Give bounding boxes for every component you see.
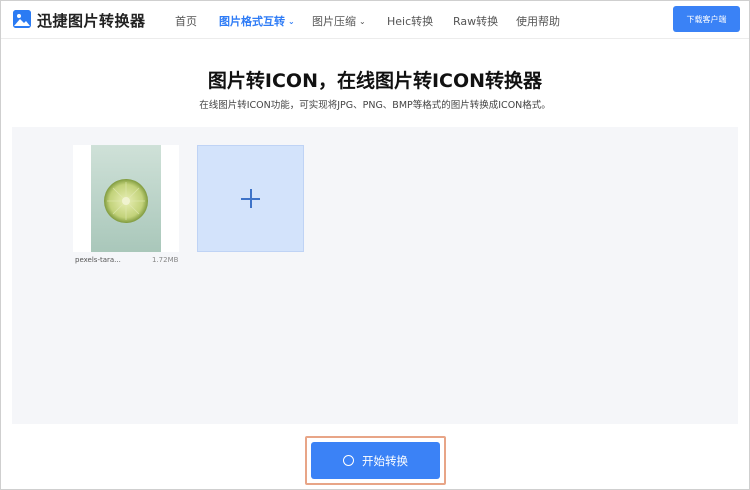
brand-name[interactable]: 迅捷图片转换器: [37, 10, 146, 31]
add-file-button[interactable]: [197, 145, 304, 252]
nav-heic[interactable]: Heic转换: [387, 13, 433, 29]
page-subtitle: 在线图片转ICON功能，可实现将JPG、PNG、BMP等格式的图片转换成ICON…: [199, 100, 551, 111]
nav-label: 图片格式互转: [219, 15, 285, 28]
nav-label: 图片压缩: [312, 15, 356, 28]
app-logo-icon[interactable]: [13, 10, 31, 28]
nav-label: Heic转换: [387, 15, 434, 28]
nav-raw[interactable]: Raw转换: [453, 13, 498, 29]
circle-icon: [343, 455, 354, 466]
top-header: 迅捷图片转换器 首页 图片格式互转 ⌄ 图片压缩 ⌄ Heic转换 Raw转换 使用…: [1, 1, 749, 39]
file-size: 1.72MB: [152, 256, 179, 264]
chevron-down-icon: ⌄: [359, 17, 366, 26]
download-client-button[interactable]: 下载客户端: [673, 6, 740, 32]
plus-icon-vertical: [250, 189, 252, 208]
nav-home[interactable]: 首页: [175, 13, 197, 29]
page-title: 图片转ICON，在线图片转ICON转换器: [207, 70, 543, 92]
nav-help[interactable]: 使用帮助: [516, 13, 560, 29]
nav-label: 使用帮助: [516, 15, 560, 28]
file-thumbnail[interactable]: [91, 145, 161, 252]
start-label: 开始转换: [362, 453, 408, 468]
chevron-down-icon: ⌄: [288, 17, 295, 26]
file-name: pexels-tara...: [75, 256, 121, 264]
nav-format-convert[interactable]: 图片格式互转 ⌄: [219, 13, 295, 29]
nav-label: Raw转换: [453, 15, 499, 28]
start-convert-button[interactable]: 开始转换: [311, 442, 440, 479]
nav-compress[interactable]: 图片压缩 ⌄: [312, 13, 366, 29]
nav-label: 首页: [175, 15, 197, 28]
